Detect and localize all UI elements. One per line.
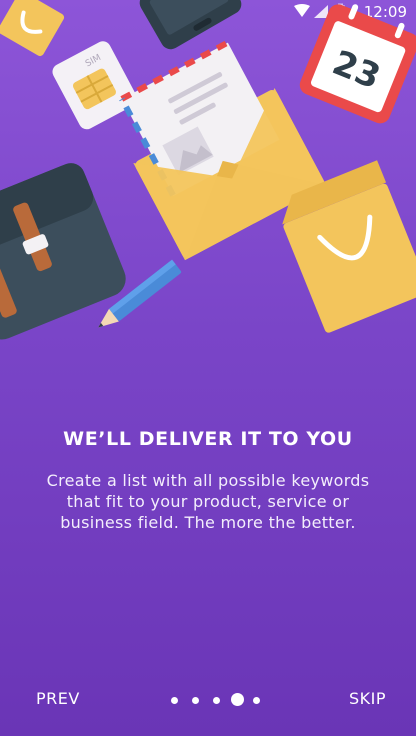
page-dot-3[interactable]: [213, 697, 220, 704]
sim-card-icon: SIM: [52, 41, 138, 130]
skip-button[interactable]: SKIP: [343, 688, 392, 709]
onboarding-title: WE’LL DELIVER IT TO YOU: [63, 428, 353, 450]
calendar-icon: 23: [299, 4, 416, 124]
page-dot-5[interactable]: [253, 697, 260, 704]
onboarding-description: Create a list with all possible keywords…: [46, 471, 370, 532]
page-dot-4-active[interactable]: [231, 693, 244, 706]
page-dot-2[interactable]: [192, 697, 199, 704]
page-dot-1[interactable]: [171, 697, 178, 704]
prev-button[interactable]: PREV: [30, 688, 86, 709]
onboarding-illustration: SIM 23: [0, 0, 416, 340]
sticky-note-icon: [0, 0, 65, 57]
